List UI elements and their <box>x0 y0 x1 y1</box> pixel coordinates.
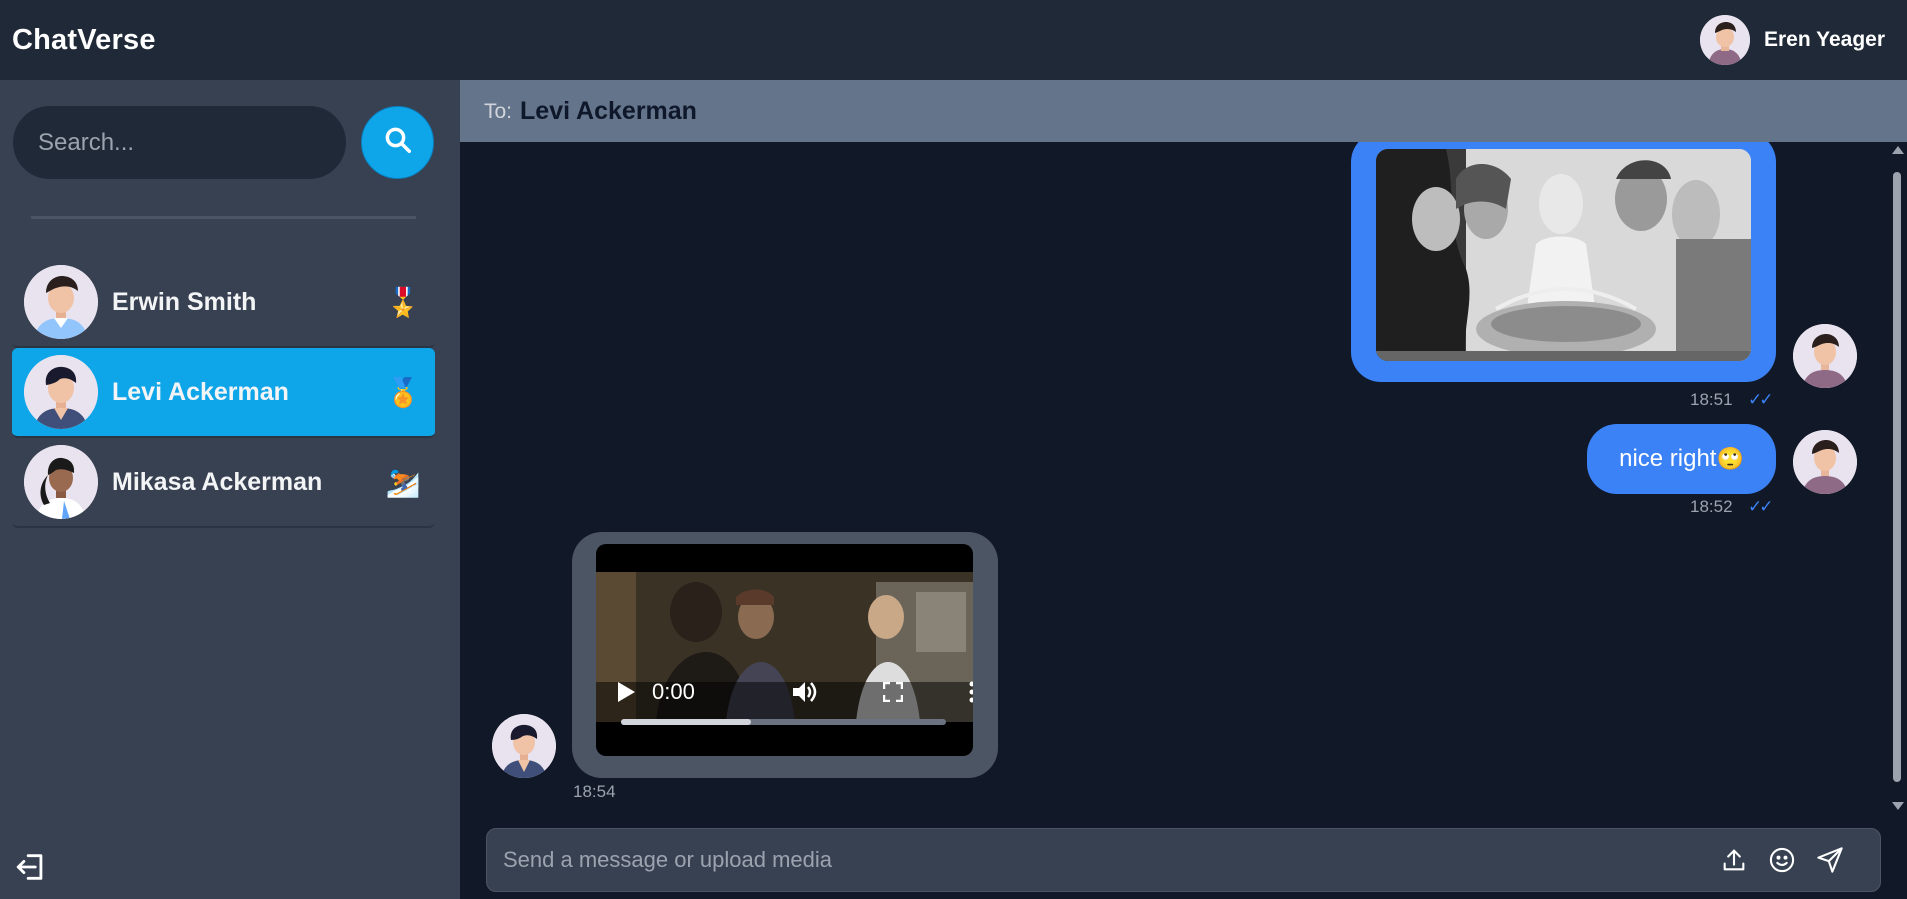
upload-icon[interactable] <box>1720 846 1748 874</box>
contact-list: Erwin Smith 🎖️ Levi Ackerman 🏅 Mikasa Ac… <box>12 258 435 528</box>
chat-scrollbar[interactable] <box>1890 142 1904 814</box>
image-message[interactable] <box>1351 142 1776 382</box>
search-input[interactable] <box>13 106 346 179</box>
app-brand: ChatVerse <box>12 23 156 56</box>
sender-avatar-icon <box>1793 324 1857 388</box>
message-list[interactable]: 18:51 ✓✓ nice right 🙄 18:52 ✓✓ 0:00 18:5… <box>460 142 1885 814</box>
sidebar: Erwin Smith 🎖️ Levi Ackerman 🏅 Mikasa Ac… <box>0 80 460 899</box>
logout-button[interactable] <box>14 850 48 889</box>
contact-name: Levi Ackerman <box>112 377 289 406</box>
scroll-down-icon[interactable] <box>1892 802 1904 810</box>
video-progress-bar[interactable] <box>621 719 946 725</box>
message-input[interactable] <box>503 847 1720 873</box>
fullscreen-icon[interactable] <box>882 682 903 702</box>
search-row <box>13 106 434 179</box>
sender-avatar-icon <box>1793 430 1857 494</box>
contact-name: Erwin Smith <box>112 287 257 316</box>
message-text: nice right <box>1619 445 1717 472</box>
user-avatar-icon <box>1699 15 1750 65</box>
chat-header: To: Levi Ackerman <box>460 80 1907 142</box>
more-options-icon[interactable] <box>969 681 973 703</box>
volume-icon[interactable] <box>791 680 817 704</box>
read-receipt-icon: ✓✓ <box>1748 497 1773 516</box>
manga-image[interactable] <box>1376 149 1751 361</box>
current-user[interactable]: Eren Yeager <box>1699 15 1885 65</box>
video-time: 0:00 <box>652 679 695 704</box>
message-time: 18:51 <box>1690 390 1733 409</box>
message-time: 18:52 <box>1690 497 1733 516</box>
composer-actions <box>1720 846 1844 874</box>
video-controls: 0:00 <box>596 662 973 722</box>
top-bar: ChatVerse Eren Yeager <box>0 0 1907 80</box>
recipient-name: Levi Ackerman <box>520 96 697 125</box>
play-icon[interactable] <box>616 681 636 703</box>
read-receipt-icon: ✓✓ <box>1748 390 1773 409</box>
video-message[interactable]: 0:00 <box>572 532 998 778</box>
to-label: To: <box>484 100 513 123</box>
message-composer <box>486 828 1881 892</box>
sender-avatar-icon <box>492 714 556 778</box>
medal-icon: 🎖️ <box>385 286 421 318</box>
message-time: 18:54 <box>573 782 616 801</box>
video-player[interactable]: 0:00 <box>596 544 973 756</box>
sidebar-divider <box>31 216 416 219</box>
text-message[interactable]: nice right 🙄 <box>1587 424 1776 494</box>
medal-icon: 🏅 <box>385 376 421 408</box>
avatar <box>24 265 98 339</box>
scroll-thumb[interactable] <box>1893 172 1901 782</box>
avatar <box>24 445 98 519</box>
contact-name: Mikasa Ackerman <box>112 467 323 496</box>
video-progress-fill <box>621 719 751 725</box>
scroll-up-icon[interactable] <box>1892 146 1904 154</box>
emoji-icon[interactable] <box>1768 846 1796 874</box>
user-name: Eren Yeager <box>1763 28 1885 51</box>
contact-levi-ackerman[interactable]: Levi Ackerman 🏅 <box>12 348 435 438</box>
skier-icon: ⛷️ <box>385 466 421 498</box>
send-icon[interactable] <box>1816 846 1844 874</box>
avatar <box>24 355 98 429</box>
face-with-rolling-eyes-icon: 🙄 <box>1716 446 1744 471</box>
contact-mikasa-ackerman[interactable]: Mikasa Ackerman ⛷️ <box>12 438 435 528</box>
contact-erwin-smith[interactable]: Erwin Smith 🎖️ <box>12 258 435 348</box>
chat-panel: To: Levi Ackerman 18:51 ✓✓ nice right 🙄 … <box>460 80 1907 899</box>
search-icon <box>383 125 413 160</box>
logout-icon <box>14 854 48 888</box>
search-button[interactable] <box>361 106 434 179</box>
